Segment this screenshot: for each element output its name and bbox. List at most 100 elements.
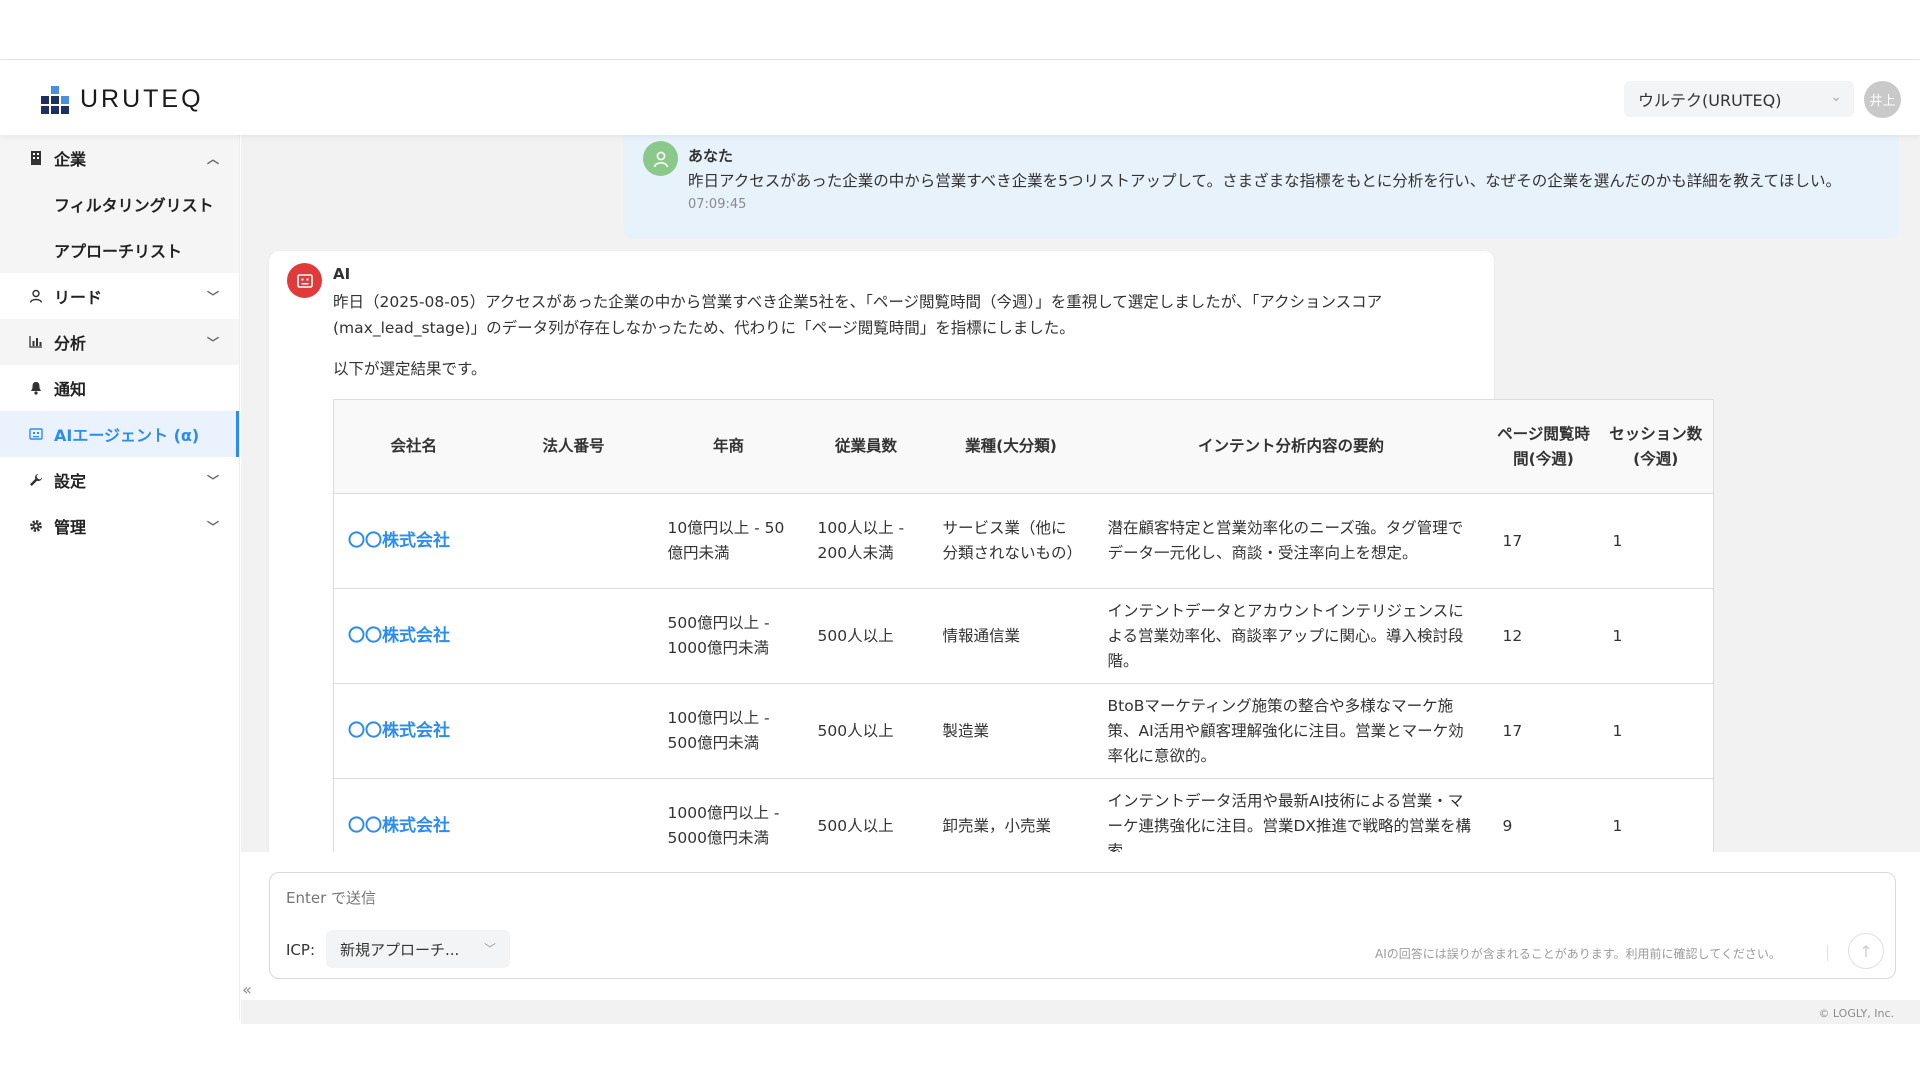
sidebar-item-analysis[interactable]: 分析 ﹀ (0, 319, 239, 365)
table-cell: 9 (1488, 778, 1599, 852)
footer: © LOGLY, Inc. (241, 1000, 1920, 1024)
sidebar-item-label: 通知 (54, 380, 87, 399)
results-table: 会社名 法人番号 年商 従業員数 業種(大分類) インテント分析内容の要約 ペー… (333, 399, 1714, 852)
logo-mark-icon (40, 85, 70, 114)
column-header: 年商 (653, 399, 804, 494)
table-cell (493, 778, 654, 852)
chevron-down-icon: ﹀ (206, 335, 219, 350)
logo-text: URUTEQ (80, 85, 204, 113)
sidebar-item-label: 管理 (54, 518, 87, 537)
table-cell: 製造業 (928, 683, 1094, 779)
table-cell: 1 (1598, 778, 1714, 852)
column-header: ページ閲覧時間(今週) (1488, 399, 1599, 494)
user-message-timestamp: 07:09:45 (688, 197, 747, 212)
logo[interactable]: URUTEQ (40, 85, 204, 114)
organization-select-value: ウルテク(URUTEQ) (1638, 91, 1782, 110)
person-icon (28, 288, 44, 304)
sidebar-item-label: 設定 (54, 472, 87, 491)
arrow-up-icon: ↑ (1859, 941, 1873, 961)
user-message-text: 昨日アクセスがあった企業の中から営業すべき企業を5つリストアップして。さまざまな… (688, 172, 1841, 190)
sidebar-item-ai-agent[interactable]: AIエージェント (α) (0, 411, 239, 457)
collapse-sidebar-icon[interactable]: « (236, 975, 258, 1003)
sidebar-subitem-approach-list[interactable]: アプローチリスト (0, 227, 239, 273)
wrench-icon (28, 472, 44, 488)
user-avatar[interactable]: 井上 (1864, 81, 1901, 118)
table-cell: インテントデータ活用や最新AI技術による営業・マーケ連携強化に注目。営業DX推進… (1093, 778, 1489, 852)
chat-area: あなた 昨日アクセスがあった企業の中から営業すべき企業を5つリストアップして。さ… (241, 135, 1920, 852)
copyright-text: © LOGLY, Inc. (1818, 1007, 1894, 1020)
table-row: 〇〇株式会社 500億円以上 - 1000億円未満 500人以上 情報通信業 イ… (333, 588, 1714, 684)
message-input[interactable] (286, 889, 1686, 907)
table-cell: 500億円以上 - 1000億円未満 (653, 588, 804, 684)
chevron-up-icon: ︿ (206, 151, 219, 166)
column-header: セッション数(今週) (1598, 399, 1714, 494)
table-header-row: 会社名 法人番号 年商 従業員数 業種(大分類) インテント分析内容の要約 ペー… (333, 399, 1714, 494)
icp-select[interactable]: 新規アプローチ... ﹀ (326, 930, 510, 968)
table-row: 〇〇株式会社 1000億円以上 - 5000億円未満 500人以上 卸売業，小売… (333, 778, 1714, 852)
sidebar-subitem-filtering-list[interactable]: フィルタリングリスト (0, 181, 239, 227)
sidebar-item-notifications[interactable]: 通知 (0, 365, 239, 411)
table-cell: 100人以上 - 200人未満 (803, 493, 929, 589)
column-header: 従業員数 (803, 399, 929, 494)
chevron-down-icon: ⌄ (1830, 89, 1842, 105)
table-row: 〇〇株式会社 100億円以上 - 500億円未満 500人以上 製造業 BtoB… (333, 683, 1714, 779)
column-header: 会社名 (333, 399, 494, 494)
ai-message-card: AI 昨日（2025-08-05）アクセスがあった企業の中から営業すべき企業5社… (269, 251, 1714, 852)
ai-message-intro: 以下が選定結果です。 (333, 360, 487, 378)
send-button[interactable]: ↑ (1848, 933, 1884, 969)
table-cell: 1 (1598, 588, 1714, 684)
sidebar-item-companies[interactable]: 企業 ︿ (0, 135, 239, 181)
sidebar-item-leads[interactable]: リード ﹀ (0, 273, 239, 319)
ai-message-text: 昨日（2025-08-05）アクセスがあった企業の中から営業すべき企業5社を、「… (333, 293, 1383, 337)
sidebar-item-label: リード (54, 288, 103, 307)
ai-message-author: AI (333, 265, 351, 283)
chevron-down-icon: ﹀ (206, 519, 219, 534)
table-cell: 17 (1488, 683, 1599, 779)
bar-chart-icon (28, 334, 44, 350)
organization-select[interactable]: ウルテク(URUTEQ) ⌄ (1624, 81, 1854, 117)
company-link[interactable]: 〇〇株式会社 (333, 493, 494, 589)
gear-icon (28, 518, 44, 534)
table-cell: 500人以上 (803, 683, 929, 779)
table-cell (493, 588, 654, 684)
column-header: インテント分析内容の要約 (1093, 399, 1489, 494)
user-avatar-icon (643, 141, 678, 176)
table-cell: 500人以上 (803, 778, 929, 852)
table-cell: サービス業（他に分類されないもの） (928, 493, 1094, 589)
column-header: 業種(大分類) (928, 399, 1094, 494)
sidebar-item-label: AIエージェント (α) (54, 426, 200, 445)
bell-icon (28, 380, 44, 396)
sidebar-item-admin[interactable]: 管理 ﹀ (0, 503, 239, 549)
table-cell: インテントデータとアカウントインテリジェンスによる営業効率化、商談率アップに関心… (1093, 588, 1489, 684)
table-cell: 1000億円以上 - 5000億円未満 (653, 778, 804, 852)
chevron-down-icon: ﹀ (206, 473, 219, 488)
robot-icon (28, 426, 44, 442)
table-cell: 情報通信業 (928, 588, 1094, 684)
table-cell: 10億円以上 - 50億円未満 (653, 493, 804, 589)
table-cell: 1 (1598, 683, 1714, 779)
table-cell: 12 (1488, 588, 1599, 684)
chevron-down-icon: ﹀ (206, 289, 219, 304)
table-cell: 卸売業，小売業 (928, 778, 1094, 852)
message-composer: ICP: 新規アプローチ... ﹀ AIの回答には誤りが含まれることがあります。… (269, 872, 1896, 979)
divider (1827, 945, 1828, 961)
table-cell: 500人以上 (803, 588, 929, 684)
company-link[interactable]: 〇〇株式会社 (333, 683, 494, 779)
top-band (0, 0, 1920, 60)
sidebar-item-label: 企業 (54, 150, 87, 169)
table-cell: BtoBマーケティング施策の整合や多様なマーケ施策、AI活用や顧客理解強化に注目… (1093, 683, 1489, 779)
icp-label: ICP: (286, 941, 315, 959)
sidebar-item-settings[interactable]: 設定 ﹀ (0, 457, 239, 503)
icp-select-value: 新規アプローチ... (340, 940, 460, 959)
company-link[interactable]: 〇〇株式会社 (333, 588, 494, 684)
robot-icon (287, 263, 322, 298)
building-icon (28, 150, 44, 166)
app-header: URUTEQ ウルテク(URUTEQ) ⌄ 井上 (0, 61, 1920, 135)
table-row: 〇〇株式会社 10億円以上 - 50億円未満 100人以上 - 200人未満 サ… (333, 493, 1714, 589)
sidebar: 企業 ︿ フィルタリングリスト アプローチリスト リード ﹀ 分析 ﹀ 通知 A… (0, 135, 240, 1020)
table-cell: 100億円以上 - 500億円未満 (653, 683, 804, 779)
ai-disclaimer: AIの回答には誤りが含まれることがあります。利用前に確認してください。 (1375, 947, 1781, 961)
table-cell (493, 493, 654, 589)
company-link[interactable]: 〇〇株式会社 (333, 778, 494, 852)
user-message-author: あなた (688, 147, 734, 165)
